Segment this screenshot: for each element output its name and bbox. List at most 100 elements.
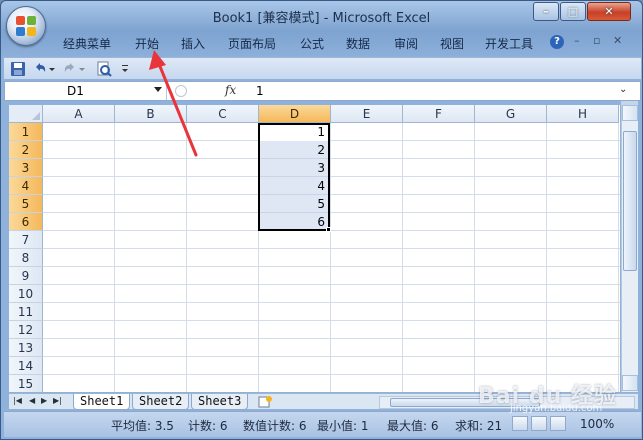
maximize-button[interactable]: □ xyxy=(560,2,586,21)
tab-classic-menu[interactable]: 经典菜单 xyxy=(63,35,111,52)
gridline xyxy=(43,158,620,159)
close-icon: ✕ xyxy=(604,5,614,18)
vertical-scroll-thumb[interactable] xyxy=(623,131,637,271)
tab-insert[interactable]: 插入 xyxy=(181,35,205,52)
sheet-tab-sheet3[interactable]: Sheet3 xyxy=(191,394,249,410)
cell-d1[interactable]: 1 xyxy=(259,123,325,141)
next-sheet-icon[interactable]: ▶ xyxy=(41,396,47,405)
ribbon-restore-icon[interactable]: ▫ xyxy=(593,34,600,47)
row-header-7[interactable]: 7 xyxy=(9,231,43,249)
row-header-12[interactable]: 12 xyxy=(9,321,43,339)
column-header-f[interactable]: F xyxy=(403,105,475,123)
zoom-level[interactable]: 100% xyxy=(580,417,614,431)
prev-sheet-icon[interactable]: ◀ xyxy=(29,396,35,405)
column-header-a[interactable]: A xyxy=(43,105,115,123)
row-header-8[interactable]: 8 xyxy=(9,249,43,267)
tab-developer[interactable]: 开发工具 xyxy=(485,35,533,52)
cell-d4[interactable]: 4 xyxy=(259,177,325,195)
gridline xyxy=(43,284,620,285)
gridline xyxy=(43,212,620,213)
status-bar: 平均值: 3.5 计数: 6 数值计数: 6 最小值: 1 最大值: 6 求和:… xyxy=(4,411,641,437)
column-header-d[interactable]: D xyxy=(259,105,331,123)
last-sheet-icon[interactable]: ▶| xyxy=(53,396,62,405)
insert-sheet-icon[interactable] xyxy=(255,395,275,409)
help-icon[interactable]: ? xyxy=(550,35,564,49)
cell-d5[interactable]: 5 xyxy=(259,195,325,213)
gridline xyxy=(43,194,620,195)
tab-formulas[interactable]: 公式 xyxy=(300,35,324,52)
row-header-11[interactable]: 11 xyxy=(9,303,43,321)
gridline xyxy=(402,123,403,392)
status-min: 最小值: 1 xyxy=(317,419,369,433)
row-header-4[interactable]: 4 xyxy=(9,177,43,195)
column-header-c[interactable]: C xyxy=(187,105,259,123)
row-header-14[interactable]: 14 xyxy=(9,357,43,375)
row-header-6[interactable]: 6 xyxy=(9,213,43,231)
ribbon-minimize-icon[interactable]: – xyxy=(574,34,580,47)
scroll-down-button[interactable] xyxy=(622,375,638,391)
undo-dropdown-icon[interactable] xyxy=(48,61,56,77)
sheet-tab-sheet2[interactable]: Sheet2 xyxy=(132,394,190,410)
minimize-button[interactable]: – xyxy=(533,2,559,21)
gridline xyxy=(43,248,620,249)
ribbon-close-icon[interactable]: ✕ xyxy=(613,34,622,47)
row-header-15[interactable]: 15 xyxy=(9,375,43,392)
redo-dropdown-icon[interactable] xyxy=(78,61,86,77)
status-numeric-count: 数值计数: 6 xyxy=(243,419,307,433)
restore-icon: □ xyxy=(567,5,579,18)
undo-icon[interactable] xyxy=(32,61,48,77)
gridline xyxy=(474,123,475,392)
sheet-tab-sheet1[interactable]: Sheet1 xyxy=(73,394,131,410)
tab-view[interactable]: 视图 xyxy=(440,35,464,52)
column-header-e[interactable]: E xyxy=(331,105,403,123)
row-header-10[interactable]: 10 xyxy=(9,285,43,303)
gridline xyxy=(186,123,187,392)
worksheet-grid[interactable]: ABCDEFGH 1 2 3 4 5 6 7 8 9 10 11 12 13 14 15 123456 xyxy=(9,105,620,392)
row-header-5[interactable]: 5 xyxy=(9,195,43,213)
formula-input[interactable]: 1 xyxy=(256,82,264,100)
office-button[interactable] xyxy=(6,6,46,46)
minimize-icon: – xyxy=(543,5,549,18)
column-header-b[interactable]: B xyxy=(115,105,187,123)
scroll-up-button[interactable] xyxy=(622,105,638,121)
close-button[interactable]: ✕ xyxy=(587,2,631,21)
tab-review[interactable]: 审阅 xyxy=(394,35,418,52)
select-all-button[interactable] xyxy=(9,105,43,123)
save-icon[interactable] xyxy=(10,61,26,77)
name-box-dropdown-icon[interactable] xyxy=(154,87,162,92)
page-layout-view-button[interactable] xyxy=(531,416,547,431)
quick-access-toolbar xyxy=(4,57,641,79)
row-header-1[interactable]: 1 xyxy=(9,123,43,141)
vertical-scrollbar[interactable] xyxy=(621,105,638,392)
cell-d2[interactable]: 2 xyxy=(259,141,325,159)
cell-d6[interactable]: 6 xyxy=(259,213,325,231)
tab-data[interactable]: 数据 xyxy=(346,35,370,52)
redo-icon[interactable] xyxy=(62,61,78,77)
gridline xyxy=(330,123,331,392)
fill-handle[interactable] xyxy=(326,227,331,232)
gridline xyxy=(43,140,620,141)
normal-view-button[interactable] xyxy=(512,416,528,431)
column-header-g[interactable]: G xyxy=(475,105,547,123)
customize-dropdown-icon[interactable] xyxy=(120,61,130,77)
expand-formula-bar-icon[interactable]: ⌄ xyxy=(619,84,627,95)
row-header-9[interactable]: 9 xyxy=(9,267,43,285)
row-header-2[interactable]: 2 xyxy=(9,141,43,159)
gridline xyxy=(43,356,620,357)
row-header-3[interactable]: 3 xyxy=(9,159,43,177)
tab-home[interactable]: 开始 xyxy=(135,35,159,52)
gridline xyxy=(43,320,620,321)
cell-d3[interactable]: 3 xyxy=(259,159,325,177)
gridline xyxy=(43,374,620,375)
tab-page-layout[interactable]: 页面布局 xyxy=(228,35,276,52)
row-header-13[interactable]: 13 xyxy=(9,339,43,357)
formula-bar: D1 fx 1 ⌄ xyxy=(4,81,641,101)
insert-function-icon[interactable]: fx xyxy=(225,83,236,97)
cancel-icon xyxy=(175,85,187,97)
name-box[interactable]: D1 xyxy=(9,82,167,100)
page-break-view-button[interactable] xyxy=(550,416,566,431)
first-sheet-icon[interactable]: |◀ xyxy=(13,396,22,405)
gridline xyxy=(43,266,620,267)
print-preview-icon[interactable] xyxy=(96,61,112,77)
column-header-h[interactable]: H xyxy=(547,105,619,123)
